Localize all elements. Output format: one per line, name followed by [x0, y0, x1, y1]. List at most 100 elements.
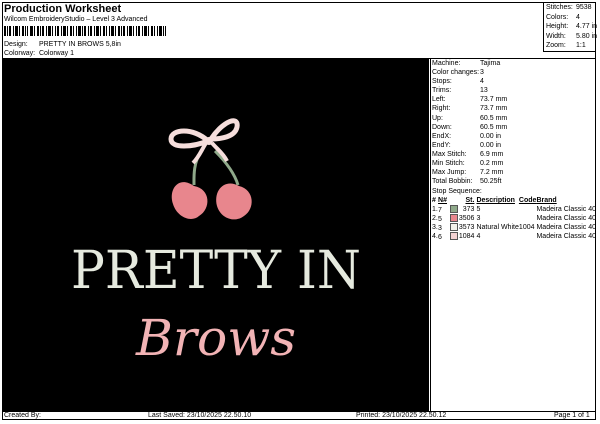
colorway-row: Colorway: Colorway 1: [4, 50, 74, 57]
bow-knot: [205, 137, 213, 145]
printed-date: Printed: 23/10/2025 22.50.12: [356, 412, 447, 419]
stop-sequence-table: # N# St. Description Code Brand 1. 7 373 5 M…: [432, 196, 596, 241]
machine-info-value: 0.00 in: [480, 141, 502, 149]
design-text-line2: Brows: [135, 309, 296, 367]
thread-color-swatch: [450, 205, 459, 214]
machine-info-value: 6.9 mm: [480, 150, 504, 158]
machine-info-value: 0.00 in: [480, 132, 502, 140]
height-value: 4.77 in: [576, 23, 598, 30]
barcode: [4, 26, 166, 36]
height-label: Height:: [546, 23, 569, 30]
col-needle: N#: [438, 197, 447, 205]
machine-info-value: 3: [480, 69, 484, 77]
machine-info-label: Total Bobbin:: [432, 178, 473, 186]
machine-info-value: 60.5 mm: [480, 114, 508, 122]
panel-divider: [430, 58, 431, 411]
machine-info-row: Down: 60.5 mm: [432, 123, 596, 132]
stop-sequence-row: 3. 3 3573 Natural White 1004 Madeira Classic …: [432, 223, 596, 232]
cherry-right: [216, 183, 252, 220]
thread-description: Natural White: [476, 224, 519, 232]
bow-loop-left: [168, 128, 213, 149]
created-by: Created By:: [4, 412, 41, 419]
stitch-count: 1084: [458, 233, 475, 241]
machine-info-row: Max Stitch: 6.9 mm: [432, 150, 596, 159]
machine-info-label: Min Stitch:: [432, 160, 465, 168]
colors-value: 4: [576, 13, 580, 21]
machine-info-row: Total Bobbin: 50.25ft: [432, 177, 596, 186]
summary-box: Stitches: 9538 Colors: 4 Height: 4.77 in Wi…: [543, 2, 598, 52]
machine-info-value: 73.7 mm: [480, 105, 508, 113]
machine-info-value: 7.2 mm: [480, 169, 504, 177]
thread-description: 4: [476, 233, 481, 241]
thread-brand: Madeira Classic 40: [536, 233, 596, 241]
machine-info-row: Trims: 13: [432, 86, 596, 95]
machine-info-value: 4: [480, 78, 484, 86]
thread-color-swatch: [450, 232, 459, 241]
col-code: Code: [518, 197, 537, 205]
needle-number: 6: [438, 234, 442, 242]
col-brand: Brand: [536, 197, 557, 205]
machine-info-label: Max Stitch:: [432, 150, 467, 158]
stitches-value: 9538: [576, 4, 592, 11]
page-number: Page 1 of 1: [554, 412, 590, 419]
machine-info-list: Machine: Tajima Color changes:3 Stops: 4 Trim…: [432, 59, 596, 186]
zoom-label: Zoom:: [546, 42, 566, 49]
design-name-row: Design: PRETTY IN BROWS 5,8in: [4, 41, 121, 48]
worksheet-title: Production Worksheet: [4, 3, 122, 15]
machine-info-panel: Machine: Tajima Color changes:3 Stops: 4 Trim…: [432, 59, 596, 241]
needle-cell: 3: [438, 223, 459, 232]
col-description: Description: [476, 197, 515, 205]
stitch-count: 373: [462, 206, 475, 214]
software-name: Wilcom EmbroideryStudio – Level 3 Advanc…: [4, 16, 148, 23]
needle-number: 5: [438, 216, 442, 224]
machine-info-label: Left:: [432, 96, 446, 104]
machine-info-row: Stops: 4: [432, 77, 596, 86]
machine-info-label: Up:: [432, 114, 443, 122]
machine-info-label: Max Jump:: [432, 169, 467, 177]
machine-info-label: Right:: [432, 105, 451, 113]
machine-info-value: 13: [480, 87, 488, 95]
width-label: Width:: [546, 32, 566, 40]
machine-info-label: EndY:: [432, 141, 451, 149]
stop-table-body: 1. 7 373 5 Madeira Classic 40 2. 5 3506 3 Madeira…: [432, 205, 596, 241]
thread-color-swatch: [450, 223, 459, 232]
thread-code: [519, 232, 537, 241]
colorway-label: Colorway:: [4, 50, 36, 57]
thread-description: 5: [476, 206, 481, 214]
last-saved: Last Saved: 23/10/2025 22.50.10: [148, 412, 252, 419]
design-text-line1: PRETTY IN: [71, 241, 361, 301]
thread-color-swatch: [450, 214, 459, 223]
thread-brand: Madeira Classic 40: [536, 206, 596, 214]
machine-info-value: 50.25ft: [480, 178, 502, 186]
needle-cell: 5: [438, 214, 459, 223]
machine-info-label: Machine:: [432, 60, 461, 67]
thread-description: 3: [476, 215, 481, 223]
zoom-value: 1:1: [576, 42, 586, 49]
machine-info-label: EndX:: [432, 132, 452, 140]
machine-info-row: EndY: 0.00 in: [432, 141, 596, 150]
stop-table-header: # N# St. Description Code Brand: [432, 196, 596, 205]
colors-label: Colors:: [546, 13, 569, 21]
machine-info-label: Down:: [432, 123, 452, 131]
machine-info-row: Color changes:3: [432, 68, 596, 77]
bow-loop-right: [206, 118, 240, 142]
thread-brand: Madeira Classic 40: [536, 224, 596, 232]
stop-sequence-row: 1. 7 373 5 Madeira Classic 40: [432, 205, 596, 214]
col-stitches: St.: [465, 197, 475, 205]
machine-info-row: EndX: 0.00 in: [432, 132, 596, 141]
footer-divider: [2, 411, 596, 412]
thread-brand: Madeira Classic 40: [536, 215, 596, 223]
machine-info-value: 60.5 mm: [480, 123, 508, 131]
design-label: Design:: [4, 41, 28, 48]
colorway-name: Colorway 1: [38, 50, 74, 57]
thread-code: [519, 214, 537, 223]
stitches-label: Stitches:: [546, 4, 573, 11]
machine-info-row: Up: 60.5 mm: [432, 114, 596, 123]
cherry-left: [171, 182, 208, 219]
machine-info-value: 73.7 mm: [480, 96, 508, 104]
design-artwork: PRETTY IN Brows: [71, 118, 361, 367]
machine-info-label: Color changes:: [432, 69, 480, 77]
needle-number: 7: [438, 207, 442, 215]
width-value: 5.80 in: [576, 32, 598, 40]
stitch-count: 3573: [458, 224, 475, 232]
